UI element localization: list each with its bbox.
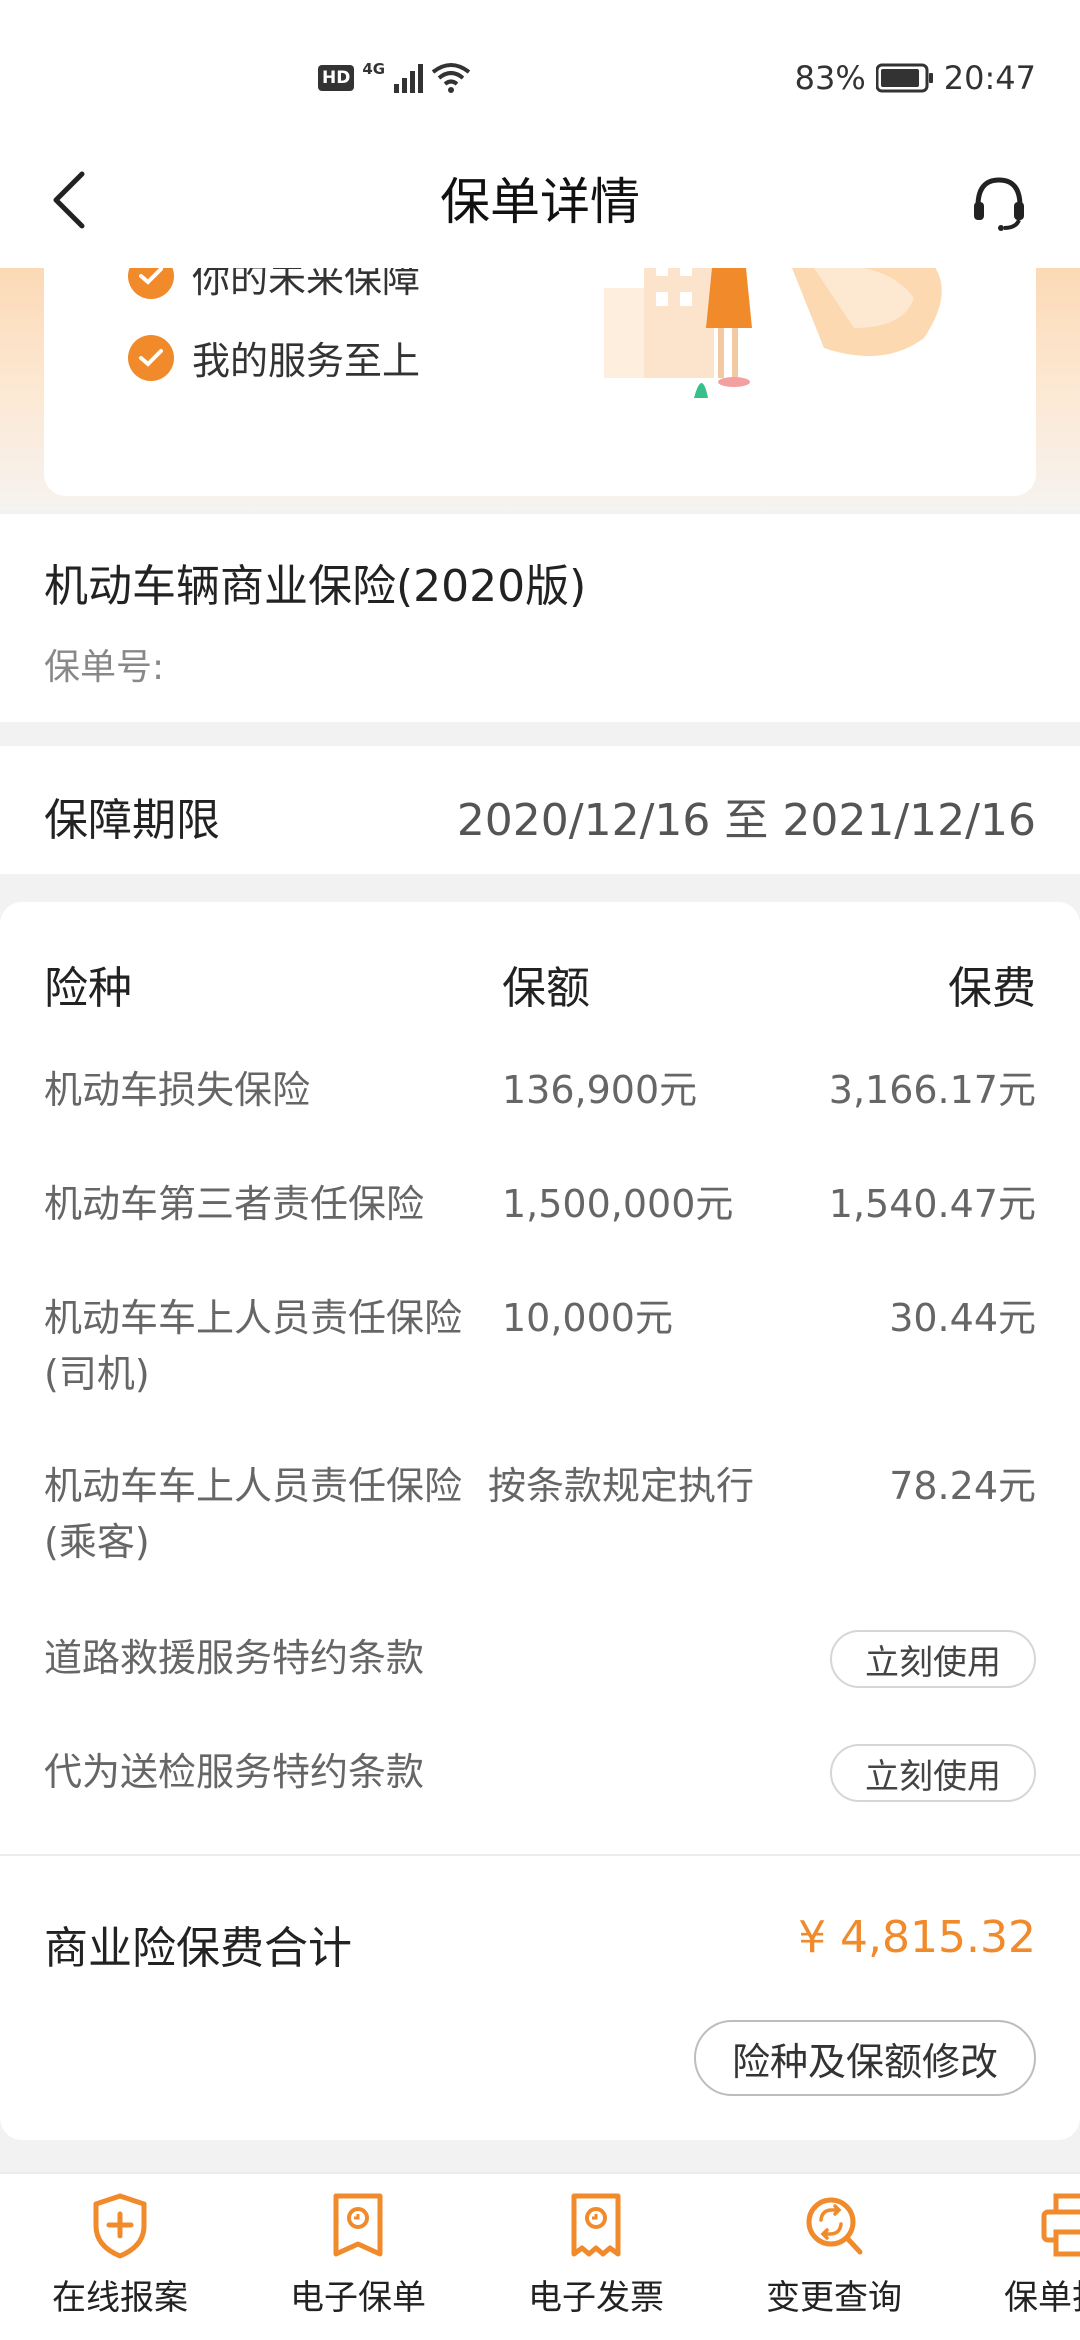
coverage-row-name: 机动车第三者责任保险 <box>44 1182 425 1226</box>
coverage-row-premium: 78.24元 <box>889 1464 1036 1508</box>
change-search-icon <box>806 2197 863 2255</box>
battery-icon <box>875 63 933 93</box>
banner-line-2: 我的服务至上 <box>128 330 420 385</box>
nav-label: 保单打印 <box>1004 2278 1080 2318</box>
printer-icon <box>1041 2193 1080 2257</box>
nav-online-report[interactable]: 在线报案 <box>20 2192 220 2332</box>
status-bar: HD 4G 83% 20:47 <box>0 0 1080 130</box>
coverage-row-name: 机动车车上人员责任保险(司机) <box>44 1296 463 1396</box>
nav-change-query[interactable]: 变更查询 <box>734 2192 934 2332</box>
period-label: 保障期限 <box>44 795 220 846</box>
check-icon <box>128 334 174 381</box>
promo-banner: 你的未来保障 我的服务至上 <box>0 268 1080 510</box>
customer-service-button[interactable] <box>968 172 1030 234</box>
coverage-row-premium: 1,540.47元 <box>828 1182 1036 1226</box>
service-clause-name: 代为送检服务特约条款 <box>44 1750 425 1794</box>
nav-e-invoice[interactable]: 电子发票 <box>496 2192 696 2332</box>
battery-percent: 83% <box>794 59 866 97</box>
nav-policy-print[interactable]: 保单打印 <box>972 2192 1080 2332</box>
coverage-row-amount: 1,500,000元 <box>502 1182 734 1226</box>
header-premium: 保费 <box>948 963 1036 1014</box>
banner-line-text: 我的服务至上 <box>192 339 421 383</box>
header-coverage-amount: 保额 <box>502 963 590 1014</box>
coverage-table-card: 险种 保额 保费 机动车损失保险 136,900元 3,166.17元 机动车第… <box>0 902 1080 2140</box>
nav-e-policy[interactable]: 电子保单 <box>258 2192 458 2332</box>
coverage-row-name: 机动车车上人员责任保险(乘客) <box>44 1464 463 1564</box>
signal-icon <box>394 64 424 93</box>
headset-icon <box>974 177 1024 231</box>
nav-label: 电子发票 <box>528 2278 664 2318</box>
policy-name: 机动车辆商业保险(2020版) <box>44 561 587 612</box>
clock: 20:47 <box>943 59 1036 97</box>
header-coverage-type: 险种 <box>44 963 132 1014</box>
bottom-action-bar: 在线报案 电子保单 电子发票 变更查询 保单打印 <box>0 2172 1080 2340</box>
banner-card: 你的未来保障 我的服务至上 <box>44 268 1036 496</box>
coverage-row-name: 机动车损失保险 <box>44 1068 311 1112</box>
policy-number-label: 保单号: <box>44 647 165 688</box>
banner-line-text: 你的未来保障 <box>192 268 421 301</box>
period-value: 2020/12/16 至 2021/12/16 <box>456 795 1036 846</box>
coverage-row-premium: 30.44元 <box>889 1296 1036 1340</box>
status-right-group: 83% 20:47 <box>795 56 1036 100</box>
banner-illustration <box>604 268 942 398</box>
use-now-button[interactable]: 立刻使用 <box>830 1630 1036 1688</box>
coverage-row-amount: 136,900元 <box>502 1068 698 1112</box>
banner-line-1: 你的未来保障 <box>128 268 420 303</box>
nav-label: 变更查询 <box>766 2278 902 2318</box>
policy-document-icon <box>333 2193 383 2257</box>
invoice-icon <box>571 2193 621 2257</box>
policy-info-card: 机动车辆商业保险(2020版) 保单号: <box>0 514 1080 722</box>
total-premium-value: ¥ 4,815.32 <box>798 1912 1036 1963</box>
coverage-row-amount: 10,000元 <box>502 1296 673 1340</box>
wifi-icon <box>431 63 471 93</box>
header: 保单详情 <box>0 130 1080 268</box>
total-premium-label: 商业险保费合计 <box>44 1923 352 1974</box>
page-title: 保单详情 <box>440 173 640 231</box>
status-signal-group: HD 4G <box>318 58 471 98</box>
divider <box>0 1854 1080 1856</box>
shield-plus-icon <box>93 2193 147 2259</box>
nav-label: 电子保单 <box>290 2278 426 2318</box>
coverage-row-amount: 按条款规定执行 <box>488 1464 755 1508</box>
modify-coverage-button[interactable]: 险种及保额修改 <box>694 2020 1036 2096</box>
coverage-row-premium: 3,166.17元 <box>828 1068 1036 1112</box>
nav-label: 在线报案 <box>52 2278 188 2318</box>
check-icon <box>128 268 174 299</box>
use-now-button[interactable]: 立刻使用 <box>830 1744 1036 1802</box>
hd-badge: HD <box>318 65 355 91</box>
coverage-period-card: 保障期限 2020/12/16 至 2021/12/16 <box>0 746 1080 874</box>
network-type: 4G <box>362 60 386 78</box>
service-clause-name: 道路救援服务特约条款 <box>44 1636 425 1680</box>
